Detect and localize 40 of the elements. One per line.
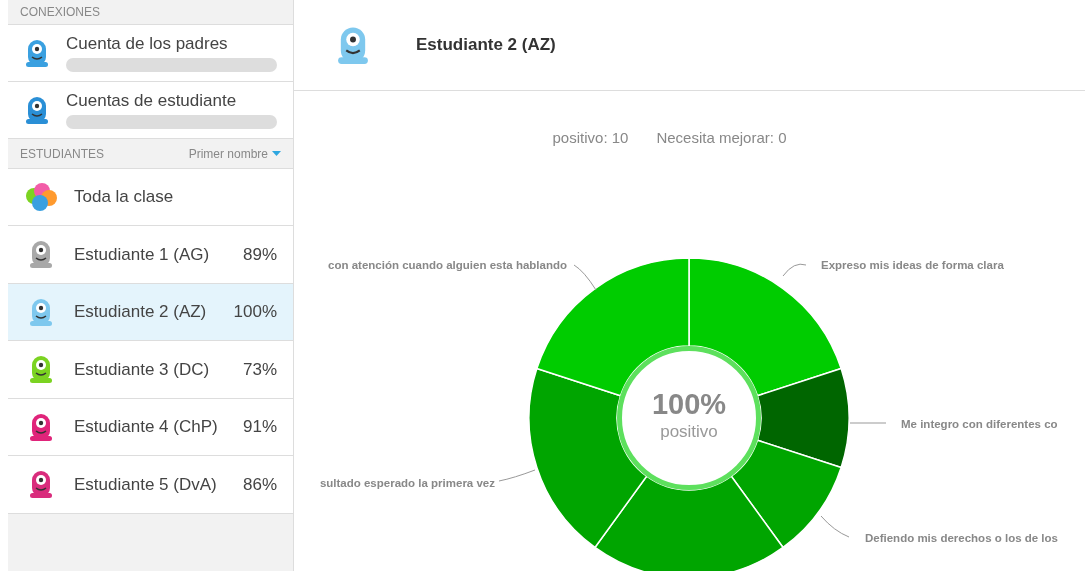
section-header: ESTUDIANTES <box>20 145 104 163</box>
student-score: 91% <box>242 416 277 438</box>
student-score: 73% <box>242 358 277 381</box>
connection-item[interactable]: Cuenta de los padres <box>8 25 293 82</box>
section-header: CONEXIONES <box>20 4 100 21</box>
student-item[interactable]: Estudiante 5 (DvA) 86% <box>8 456 293 514</box>
connection-label: Cuentas de estudiante <box>66 91 238 111</box>
class-label: Toda la clase <box>74 186 174 209</box>
summary-count: Necesita mejorar: 0 <box>656 127 787 148</box>
leader-line <box>782 263 807 277</box>
monster-group-icon <box>24 182 58 212</box>
student-name: Estudiante 3 (DC) <box>74 358 211 381</box>
student-item[interactable]: Estudiante 2 (AZ) 100% <box>8 283 293 341</box>
caret-down-icon <box>272 151 281 156</box>
center-label: positivo <box>660 421 718 443</box>
slice-label: Expreso mis ideas de forma clara <box>821 258 1004 273</box>
slice-label: sultado esperado la primera vez <box>319 476 495 491</box>
student-item[interactable]: Estudiante 3 (DC) 73% <box>8 341 293 399</box>
student-name: Estudiante 5 (DvA) <box>74 473 218 496</box>
leader-line <box>573 264 597 291</box>
class-item[interactable]: Toda la clase <box>8 169 293 226</box>
connection-label: Cuenta de los padres <box>66 34 229 54</box>
student-name: Estudiante 1 (AG) <box>74 243 211 266</box>
student-item[interactable]: Estudiante 1 (AG) 89% <box>8 226 293 284</box>
slice-label: Me integro con diferentes co <box>901 417 1058 432</box>
student-score: 89% <box>242 243 277 266</box>
student-name: Estudiante 2 (AZ) <box>74 301 208 323</box>
leader-line <box>498 469 536 482</box>
student-score: 100% <box>233 301 277 323</box>
student-name: Estudiante 4 (ChP) <box>74 416 219 438</box>
student-item[interactable]: Estudiante 4 (ChP) 91% <box>8 398 293 456</box>
connection-item[interactable]: Cuentas de estudiante <box>8 82 293 139</box>
center-percentage: 100% <box>651 388 727 420</box>
student-title: Estudiante 2 (AZ) <box>416 34 556 57</box>
slice-label: Defiendo mis derechos o los de los <box>865 531 1058 546</box>
student-score: 86% <box>242 473 277 496</box>
leader-line <box>820 515 850 538</box>
summary-count: positivo: 10 <box>552 127 629 148</box>
slice-label: con atención cuando alguien esta hablando <box>328 258 567 273</box>
leader-line <box>849 422 887 424</box>
